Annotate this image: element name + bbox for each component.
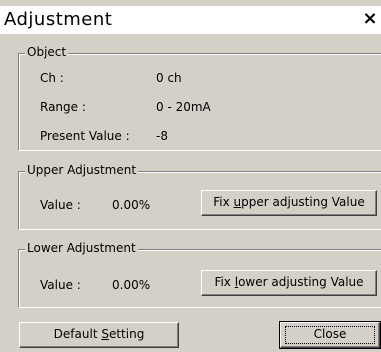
default-btn-text-post: etting [108, 327, 145, 341]
adjustment-dialog: Adjustment × Object Ch : 0 ch Range : 0 … [0, 0, 381, 352]
fix-upper-btn-accel: u [233, 195, 242, 209]
ch-value: 0 ch [156, 71, 182, 85]
present-value-label: Present Value : [40, 129, 130, 143]
default-btn-accel: S [101, 327, 109, 341]
present-value: -8 [156, 129, 168, 143]
upper-adjustment-legend: Upper Adjustment [25, 163, 139, 177]
close-icon[interactable]: × [361, 8, 379, 30]
upper-value-label: Value : [40, 198, 81, 212]
lower-adjustment-group: Lower Adjustment Value : 0.00% Fix lower… [18, 241, 381, 308]
fix-lower-btn-text-post: ower adjusting Value [238, 275, 364, 289]
ch-label: Ch : [40, 71, 64, 85]
object-group: Object Ch : 0 ch Range : 0 - 20mA Presen… [18, 45, 381, 151]
upper-adjustment-group: Upper Adjustment Value : 0.00% Fix upper… [18, 163, 381, 230]
range-label: Range : [40, 100, 86, 114]
fix-lower-btn-text-pre: Fix [214, 275, 235, 289]
fix-upper-adjusting-value-button[interactable]: Fix upper adjusting Value [201, 190, 377, 216]
window-title: Adjustment [4, 9, 113, 30]
fix-upper-btn-text-post: pper adjusting Value [241, 195, 365, 209]
range-value: 0 - 20mA [156, 100, 211, 114]
lower-value-label: Value : [40, 278, 81, 292]
close-button[interactable]: Close [280, 322, 380, 348]
title-bar[interactable]: Adjustment × [0, 6, 381, 34]
focus-rectangle [285, 326, 375, 344]
lower-value: 0.00% [112, 278, 151, 292]
default-btn-text-pre: Default [53, 327, 102, 341]
upper-value: 0.00% [112, 198, 151, 212]
default-setting-button[interactable]: Default Setting [19, 322, 179, 348]
object-group-legend: Object [25, 45, 69, 59]
fix-lower-adjusting-value-button[interactable]: Fix lower adjusting Value [201, 270, 377, 296]
fix-upper-btn-text-pre: Fix [213, 195, 234, 209]
lower-adjustment-legend: Lower Adjustment [25, 241, 138, 255]
